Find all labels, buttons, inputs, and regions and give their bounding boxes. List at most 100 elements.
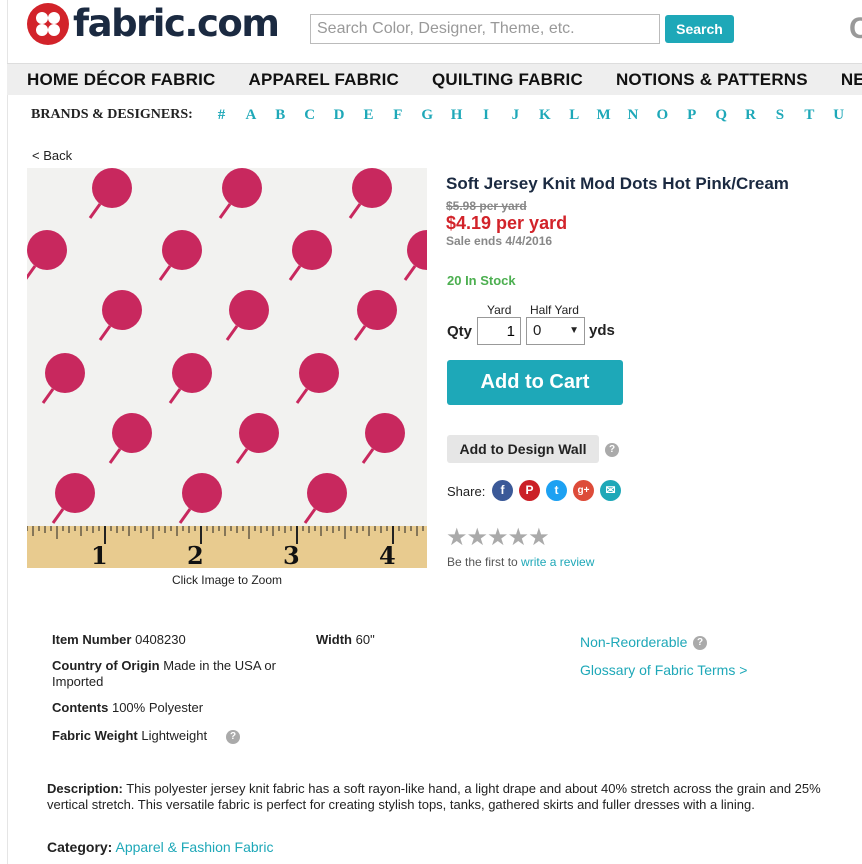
polka-dot-stem xyxy=(361,448,375,464)
weight-value: Lightweight xyxy=(141,728,208,743)
help-icon[interactable]: ? xyxy=(605,443,619,457)
alpha-link-c[interactable]: C xyxy=(295,107,324,124)
alpha-link-l[interactable]: L xyxy=(560,107,589,124)
alpha-link-d[interactable]: D xyxy=(324,107,353,124)
alpha-link-k[interactable]: K xyxy=(530,107,559,124)
product-title: Soft Jersey Knit Mod Dots Hot Pink/Cream xyxy=(446,174,789,193)
rating-stars: ★★★★★ xyxy=(446,524,550,551)
sale-end-date: Sale ends 4/4/2016 xyxy=(446,234,553,248)
polka-dot xyxy=(172,353,212,393)
ruler-number: 3 xyxy=(283,541,300,568)
alpha-link-e[interactable]: E xyxy=(354,107,383,124)
yds-label: yds xyxy=(589,322,615,339)
yard-label: Yard xyxy=(487,303,512,317)
sale-price: $4.19 per yard xyxy=(446,213,568,233)
write-review-link[interactable]: write a review xyxy=(521,555,594,569)
product-image[interactable]: 1 2 3 4 xyxy=(27,168,427,568)
nav-item-quilting[interactable]: QUILTING FABRIC xyxy=(432,70,583,90)
polka-dot-stem xyxy=(235,448,249,464)
contents: Contents 100% Polyester xyxy=(52,700,203,716)
alpha-link-r[interactable]: R xyxy=(736,107,765,124)
nav-item-apparel[interactable]: APPAREL FABRIC xyxy=(249,70,399,90)
weight-label: Fabric Weight xyxy=(52,728,138,743)
polka-dot-stem xyxy=(403,265,417,281)
width: Width 60" xyxy=(316,632,375,648)
polka-dot-stem xyxy=(353,325,367,341)
page-left-border xyxy=(7,0,8,864)
alpha-link-n[interactable]: N xyxy=(618,107,647,124)
add-to-design-wall-button[interactable]: Add to Design Wall xyxy=(447,435,599,463)
chevron-down-icon: ▼ xyxy=(569,325,579,336)
fabric-weight: Fabric Weight Lightweight xyxy=(52,728,207,744)
brands-label: BRANDS & DESIGNERS: xyxy=(31,107,193,122)
add-to-cart-button[interactable]: Add to Cart xyxy=(447,360,623,405)
polka-dot xyxy=(27,230,67,270)
polka-dot xyxy=(229,290,269,330)
alpha-link-v[interactable]: V xyxy=(853,107,862,124)
alpha-link-m[interactable]: M xyxy=(589,107,618,124)
polka-dot-stem xyxy=(27,265,37,280)
google-plus-icon[interactable]: g+ xyxy=(573,480,594,501)
alpha-link-j[interactable]: J xyxy=(501,107,530,124)
polka-dot-stem xyxy=(225,325,239,341)
polka-dot xyxy=(407,230,427,270)
alpha-link-u[interactable]: U xyxy=(824,107,853,124)
alpha-link-t[interactable]: T xyxy=(795,107,824,124)
site-logo[interactable]: fabric.com xyxy=(27,2,280,46)
help-icon[interactable]: ? xyxy=(226,730,240,744)
alpha-link-b[interactable]: B xyxy=(266,107,295,124)
width-value: 60" xyxy=(355,632,375,647)
alpha-link-p[interactable]: P xyxy=(677,107,706,124)
alpha-link-o[interactable]: O xyxy=(648,107,677,124)
ruler-number: 2 xyxy=(187,541,204,568)
polka-dot xyxy=(182,473,222,513)
product-description: Description: This polyester jersey knit … xyxy=(47,781,852,813)
half-yard-select[interactable]: 0 ▼ xyxy=(526,317,585,345)
facebook-icon[interactable]: f xyxy=(492,480,513,501)
country-of-origin: Country of Origin Made in the USA or Imp… xyxy=(52,658,312,690)
alpha-link-a[interactable]: A xyxy=(236,107,265,124)
logo-button-icon xyxy=(27,3,69,45)
alpha-link-i[interactable]: I xyxy=(471,107,500,124)
review-prefix: Be the first to xyxy=(447,555,518,569)
cart-icon[interactable]: C xyxy=(849,12,862,46)
non-reorderable-link[interactable]: Non-Reorderable xyxy=(580,634,687,650)
help-icon[interactable]: ? xyxy=(693,636,707,650)
twitter-icon[interactable]: t xyxy=(546,480,567,501)
category-link[interactable]: Apparel & Fashion Fabric xyxy=(115,839,273,855)
email-icon[interactable]: ✉ xyxy=(600,480,621,501)
polka-dot-stem xyxy=(158,265,172,281)
alpha-link-s[interactable]: S xyxy=(765,107,794,124)
nav-item-notions-patterns[interactable]: NOTIONS & PATTERNS xyxy=(616,70,808,90)
polka-dot xyxy=(307,473,347,513)
yard-quantity-input[interactable] xyxy=(477,317,521,345)
zoom-caption: Click Image to Zoom xyxy=(171,573,283,587)
ruler-number: 1 xyxy=(91,541,108,568)
nav-item-home-decor[interactable]: HOME DÉCOR FABRIC xyxy=(27,70,216,90)
polka-dot xyxy=(112,413,152,453)
polka-dot-stem xyxy=(295,388,309,404)
alpha-link-h[interactable]: H xyxy=(442,107,471,124)
half-yard-label: Half Yard xyxy=(530,303,579,317)
origin-label: Country of Origin xyxy=(52,658,160,673)
glossary-link[interactable]: Glossary of Fabric Terms > xyxy=(580,662,747,678)
alpha-link-f[interactable]: F xyxy=(383,107,412,124)
half-yard-value: 0 xyxy=(533,322,542,339)
category-label: Category: xyxy=(47,839,113,855)
nav-item-new-arrivals[interactable]: NEW ARR xyxy=(841,70,862,90)
product-category: Category: Apparel & Fashion Fabric xyxy=(47,839,273,855)
alpha-link-g[interactable]: G xyxy=(413,107,442,124)
polka-dot xyxy=(239,413,279,453)
back-link[interactable]: < Back xyxy=(32,148,72,163)
polka-dot xyxy=(357,290,397,330)
search-button[interactable]: Search xyxy=(665,15,734,43)
search-input[interactable] xyxy=(310,14,660,44)
pinterest-icon[interactable]: P xyxy=(519,480,540,501)
polka-dot-stem xyxy=(98,325,112,341)
description-text: This polyester jersey knit fabric has a … xyxy=(47,781,821,812)
width-label: Width xyxy=(316,632,352,647)
polka-dot xyxy=(299,353,339,393)
brands-alphabet-bar: BRANDS & DESIGNERS: # A B C D E F G H I J K L M N O P Q R S… xyxy=(31,105,862,125)
alpha-link-number[interactable]: # xyxy=(207,107,236,124)
alpha-link-q[interactable]: Q xyxy=(706,107,735,124)
